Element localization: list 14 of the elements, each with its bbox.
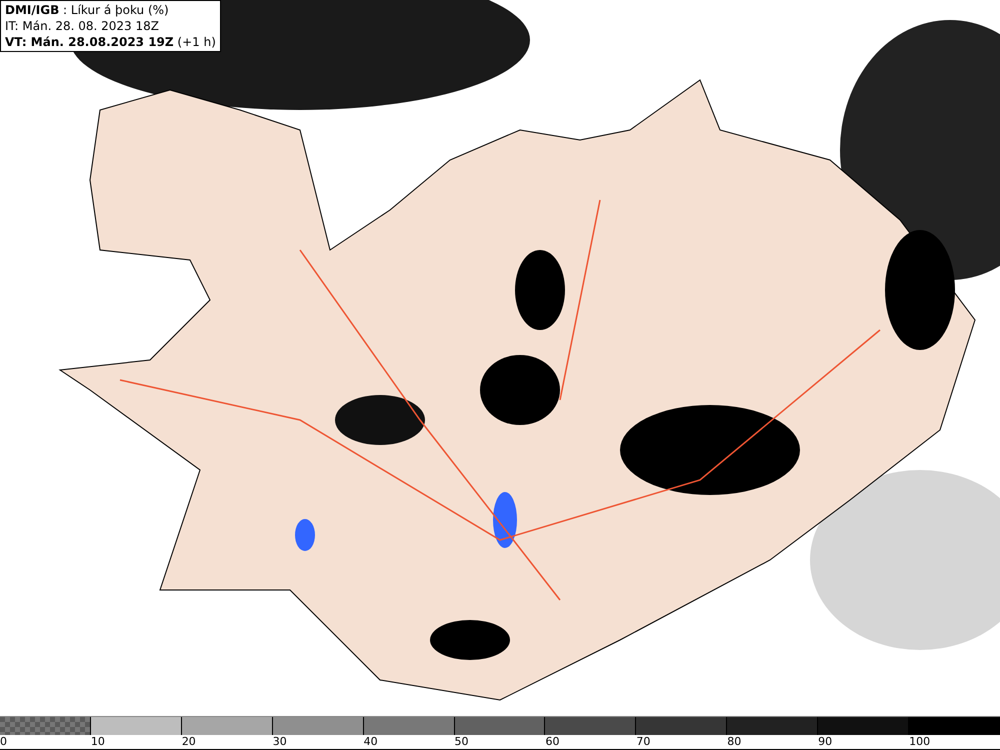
map-info-text: VT: Mán. 28.08.2023 19Z (+1 h) — [5, 34, 216, 50]
map-info-text: IT: Mán. 28. 08. 2023 18Z — [5, 18, 160, 34]
map-info-text: DMI/IGB : Líkur á þoku (%) — [5, 2, 170, 18]
legend-label: 40 — [364, 735, 378, 749]
legend-label: 0 — [0, 735, 7, 749]
legend-label: 30 — [272, 735, 287, 749]
legend-label: 10 — [90, 735, 105, 749]
legend-label: 100 — [909, 735, 930, 749]
legend-label: 50 — [454, 735, 469, 749]
legend-label: 90 — [818, 735, 832, 749]
legend-label: 60 — [545, 735, 560, 749]
legend-label: 70 — [636, 735, 650, 749]
legend-label: 80 — [727, 735, 742, 749]
legend-label: 20 — [182, 735, 196, 749]
